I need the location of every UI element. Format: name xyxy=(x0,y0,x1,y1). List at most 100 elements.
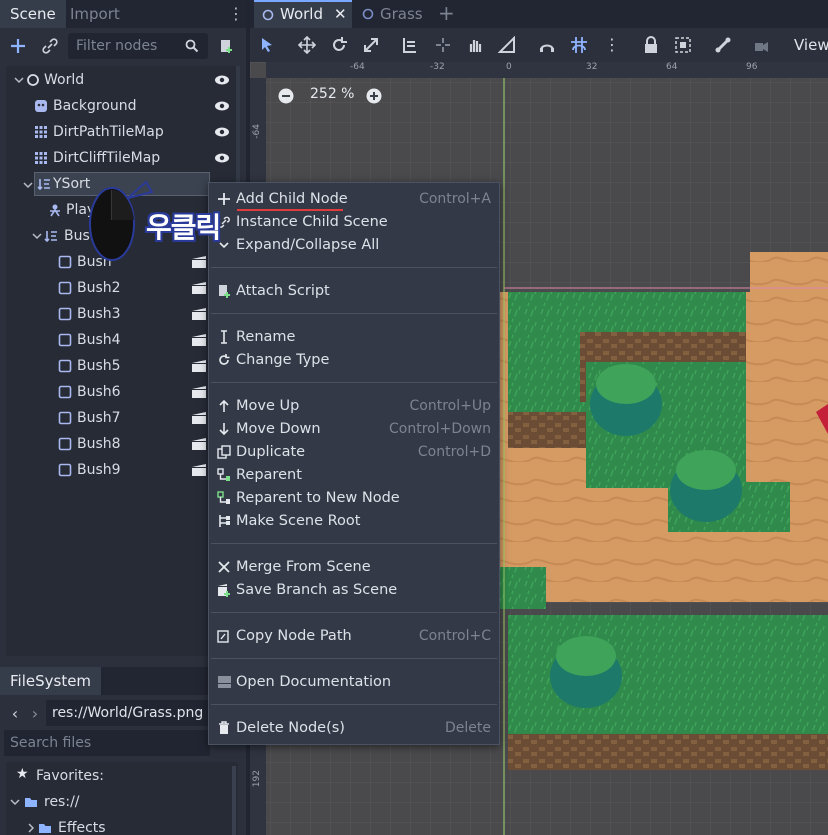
menu-instance-child-scene[interactable]: Instance Child Scene xyxy=(209,211,499,233)
scale-tool-icon[interactable] xyxy=(362,36,380,54)
filesystem-scrollbar[interactable] xyxy=(232,766,236,835)
tree-item-dirtclifftilemap[interactable]: DirtCliffTileMap xyxy=(10,146,234,170)
attach-script-button[interactable] xyxy=(216,36,236,56)
tab-grass[interactable]: Grass xyxy=(356,0,432,28)
open-scene-icon[interactable] xyxy=(192,438,206,450)
view-menu[interactable]: View xyxy=(794,36,828,54)
open-scene-icon[interactable] xyxy=(192,282,206,294)
ruler-label: 32 xyxy=(586,62,598,72)
open-scene-icon[interactable] xyxy=(192,386,206,398)
duplicate-icon xyxy=(217,445,231,459)
menu-copy-node-path[interactable]: Copy Node Path Control+C xyxy=(209,625,499,647)
tree-item-label: Bush6 xyxy=(77,384,121,400)
back-icon[interactable]: ‹ xyxy=(8,704,22,723)
visibility-eye-icon[interactable] xyxy=(214,74,230,86)
open-scene-icon[interactable] xyxy=(192,308,206,320)
ruler-label: 64 xyxy=(666,62,678,72)
close-icon[interactable]: ✕ xyxy=(334,0,347,28)
add-node-button[interactable] xyxy=(8,36,28,56)
pan-tool-icon[interactable] xyxy=(466,36,484,54)
menu-duplicate[interactable]: Duplicate Control+D xyxy=(209,441,499,463)
menu-make-scene-root[interactable]: Make Scene Root xyxy=(209,510,499,532)
node-circle-icon xyxy=(262,9,274,21)
menu-item-label: Attach Script xyxy=(236,283,330,299)
menu-separator xyxy=(211,313,497,314)
reparent-new-icon xyxy=(217,491,230,504)
node2d-icon xyxy=(58,307,72,321)
instance-scene-button[interactable] xyxy=(40,36,60,56)
menu-add-child-node[interactable]: Add Child Node Control+A xyxy=(209,188,499,210)
ruler-label: 192 xyxy=(252,770,262,788)
menu-item-label: Rename xyxy=(236,329,296,345)
menu-separator xyxy=(211,543,497,544)
lock-icon[interactable] xyxy=(642,36,660,54)
pivot-tool-icon[interactable] xyxy=(434,36,452,54)
tilemap-icon xyxy=(35,152,47,164)
zoom-in-button[interactable] xyxy=(366,88,382,104)
menu-save-branch-as-scene[interactable]: Save Branch as Scene xyxy=(209,579,499,601)
rotate-tool-icon[interactable] xyxy=(330,36,348,54)
node2d-icon xyxy=(58,437,72,451)
tab-import[interactable]: Import xyxy=(60,0,130,28)
snap-options-icon[interactable]: ⋮ xyxy=(604,34,620,56)
move-tool-icon[interactable] xyxy=(298,36,316,54)
menu-item-label: Move Up xyxy=(236,398,300,414)
zoom-level[interactable]: 252 % xyxy=(310,86,354,102)
ysort-icon xyxy=(37,179,50,191)
tree-item-label: Bush4 xyxy=(77,332,121,348)
star-icon: ★ xyxy=(16,766,29,782)
menu-move-down[interactable]: Move Down Control+Down xyxy=(209,418,499,440)
menu-separator xyxy=(211,382,497,383)
menu-open-documentation[interactable]: Open Documentation xyxy=(209,671,499,693)
menu-expand-collapse-all[interactable]: Expand/Collapse All xyxy=(209,234,499,256)
filesystem-path-input[interactable]: res://World/Grass.png xyxy=(46,700,210,726)
tree-item-background[interactable]: Background xyxy=(10,94,234,118)
group-icon[interactable] xyxy=(674,36,692,54)
menu-item-label: Change Type xyxy=(236,352,330,368)
menu-merge-from-scene[interactable]: Merge From Scene xyxy=(209,556,499,578)
reload-icon xyxy=(219,354,230,365)
favorites-item[interactable]: ★ Favorites: xyxy=(16,764,216,788)
menu-reparent[interactable]: Reparent xyxy=(209,464,499,486)
menu-reparent-to-new-node[interactable]: Reparent to New Node xyxy=(209,487,499,509)
menu-move-up[interactable]: Move Up Control+Up xyxy=(209,395,499,417)
menu-delete-nodes[interactable]: Delete Node(s) Delete xyxy=(209,717,499,739)
open-scene-icon[interactable] xyxy=(192,334,206,346)
tree-item-label: Bush7 xyxy=(77,410,121,426)
dock-menu-icon[interactable]: ⋮ xyxy=(228,4,244,24)
ruler-tool-icon[interactable] xyxy=(498,36,516,54)
tab-scene[interactable]: Scene xyxy=(0,0,66,28)
forward-icon[interactable]: › xyxy=(28,704,42,723)
chevron-down-icon[interactable] xyxy=(10,795,24,809)
res-root-item[interactable]: res:// xyxy=(10,790,210,814)
select-tool-icon[interactable] xyxy=(258,36,276,54)
list-select-icon[interactable] xyxy=(402,36,420,54)
open-scene-icon[interactable] xyxy=(192,412,206,424)
grid-snap-icon[interactable] xyxy=(570,36,588,54)
zoom-out-button[interactable] xyxy=(278,88,294,104)
tilemap-icon xyxy=(35,126,47,138)
visibility-eye-icon[interactable] xyxy=(214,152,230,164)
search-files-input[interactable]: Search files xyxy=(4,730,210,756)
visibility-eye-icon[interactable] xyxy=(214,100,230,112)
new-tab-button[interactable]: + xyxy=(438,2,458,24)
open-scene-icon[interactable] xyxy=(192,256,206,268)
menu-rename[interactable]: Rename xyxy=(209,326,499,348)
tree-item-dirtpathtilemap[interactable]: DirtPathTileMap xyxy=(10,120,234,144)
chevron-down-icon[interactable] xyxy=(23,178,37,192)
camera-icon[interactable] xyxy=(752,36,770,54)
link-icon xyxy=(42,38,58,54)
effects-folder-item[interactable]: Effects xyxy=(10,816,210,835)
tab-filesystem[interactable]: FileSystem xyxy=(0,667,102,695)
editor-scene-tabs: World ✕ Grass + xyxy=(250,0,828,28)
visibility-eye-icon[interactable] xyxy=(214,126,230,138)
plus-icon xyxy=(11,39,25,53)
smart-snap-icon[interactable] xyxy=(538,36,556,54)
tree-item-world[interactable]: World xyxy=(10,68,234,92)
menu-change-type[interactable]: Change Type xyxy=(209,349,499,371)
open-scene-icon[interactable] xyxy=(192,464,206,476)
menu-attach-script[interactable]: Attach Script xyxy=(209,280,499,302)
bone-icon[interactable] xyxy=(714,36,732,54)
tab-world[interactable]: World ✕ xyxy=(254,0,352,28)
open-scene-icon[interactable] xyxy=(192,360,206,372)
